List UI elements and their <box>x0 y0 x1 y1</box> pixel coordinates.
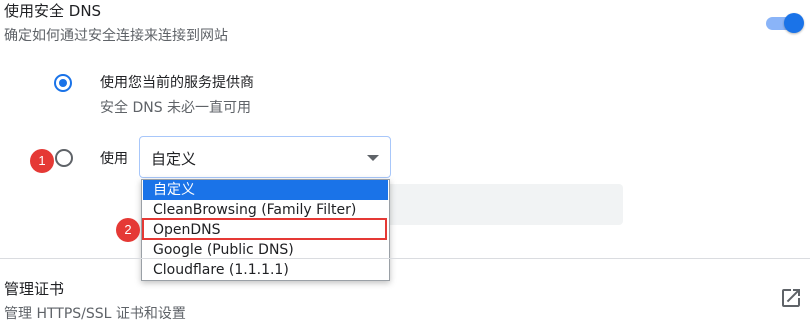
radio-dot <box>59 79 67 87</box>
opendns-highlight-box <box>142 218 387 240</box>
dropdown-option-cleanbrowsing[interactable]: CleanBrowsing (Family Filter) <box>143 200 388 220</box>
secure-dns-title: 使用安全 DNS <box>4 2 102 20</box>
dropdown-option-cloudflare[interactable]: Cloudflare (1.1.1.1) <box>143 260 388 280</box>
toggle-knob <box>784 13 804 33</box>
dropdown-option-custom[interactable]: 自定义 <box>143 180 388 200</box>
annotation-badge-2: 2 <box>116 218 140 242</box>
select-value: 自定义 <box>151 150 197 168</box>
radio-custom[interactable] <box>55 149 73 167</box>
manage-certificates-subtitle: 管理 HTTPS/SSL 证书和设置 <box>4 306 186 321</box>
manage-certificates-title[interactable]: 管理证书 <box>4 278 64 299</box>
chevron-down-icon <box>367 155 379 161</box>
dropdown-option-google[interactable]: Google (Public DNS) <box>143 240 388 260</box>
current-provider-label: 使用您当前的服务提供商 <box>100 75 254 91</box>
custom-option-label: 使用 <box>100 151 128 167</box>
secure-dns-toggle[interactable] <box>766 12 804 34</box>
secure-dns-settings: 使用安全 DNS 确定如何通过安全连接来连接到网站 使用您当前的服务提供商 安全… <box>0 0 810 321</box>
annotation-badge-1: 1 <box>30 149 54 173</box>
current-provider-sublabel: 安全 DNS 未必一直可用 <box>100 100 252 116</box>
radio-current-provider[interactable] <box>54 74 72 92</box>
secure-dns-subtitle: 确定如何通过安全连接来连接到网站 <box>4 28 228 44</box>
section-divider <box>0 258 810 259</box>
external-link-icon[interactable] <box>779 286 803 310</box>
dns-provider-select[interactable]: 自定义 <box>139 136 391 178</box>
